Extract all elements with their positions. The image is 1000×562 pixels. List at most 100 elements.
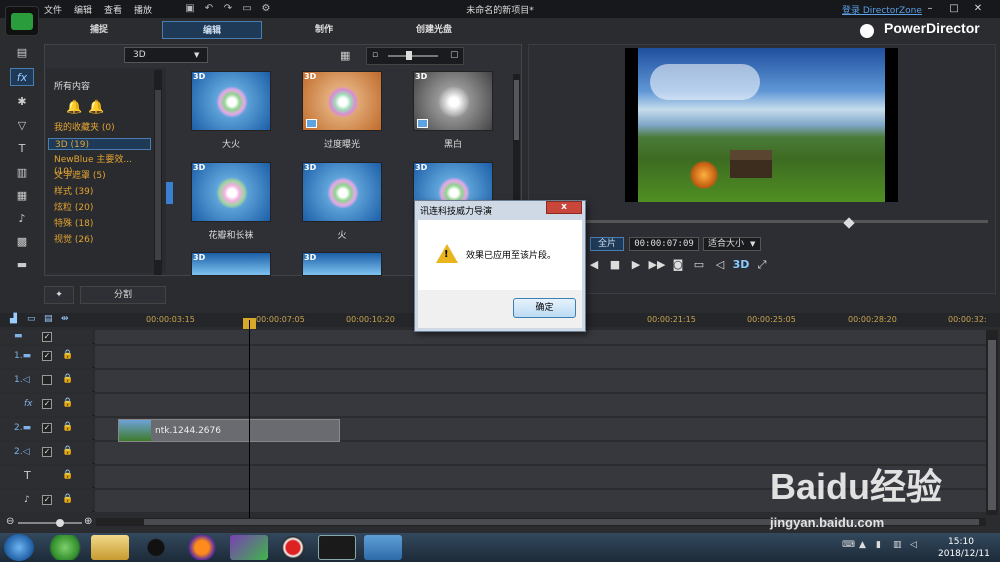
tab-capture[interactable]: 捕捉 — [49, 21, 149, 39]
track-manager-icon[interactable]: ▤ — [44, 314, 61, 324]
library-scroll-thumb[interactable] — [514, 80, 519, 140]
media-room-icon[interactable]: ▤ — [10, 44, 34, 62]
track-toggle-checkbox[interactable]: ✓ — [42, 332, 52, 342]
media-app-icon[interactable] — [230, 535, 268, 560]
category-style[interactable]: 样式 (39) — [48, 186, 152, 198]
timeline-clip[interactable] — [118, 419, 340, 442]
storyboard-icon[interactable]: ▟ — [10, 314, 27, 324]
remove-tag-icon[interactable]: 🔔 — [88, 100, 104, 115]
effect-thumb[interactable]: 3D — [191, 252, 271, 276]
fit-timeline-icon[interactable]: ⇹ — [61, 314, 78, 324]
title-room-icon[interactable]: T — [10, 140, 34, 158]
dialog-close-button[interactable]: x — [546, 201, 582, 214]
collapse-panel-tab[interactable] — [166, 182, 173, 204]
snapshot-camera-icon[interactable]: ◙ — [668, 258, 688, 272]
record-icon[interactable] — [274, 535, 312, 560]
category-particles[interactable]: 炫粒 (20) — [48, 202, 152, 214]
timecode-display[interactable]: 00:00:07:09 — [629, 237, 699, 251]
effect-thumb-fire[interactable]: 3D — [302, 162, 382, 222]
timeline-zoom-handle[interactable] — [56, 519, 64, 527]
timeline-vertical-scroll-thumb[interactable] — [988, 340, 996, 510]
maximize-icon[interactable]: □ — [942, 3, 966, 14]
zoom-in-icon[interactable]: ⊕ — [84, 516, 92, 527]
category-3d[interactable]: 3D (19) — [48, 138, 151, 150]
lock-icon[interactable]: 🔒 — [62, 422, 73, 432]
split-button[interactable]: 分割 — [80, 286, 166, 304]
grid-view-icon[interactable]: ▦ — [340, 49, 350, 62]
lock-icon[interactable]: 🔒 — [62, 494, 73, 504]
browser-360-icon[interactable] — [46, 535, 84, 560]
subtitle-room-icon[interactable]: ▬ — [10, 256, 34, 274]
next-frame-icon[interactable]: ▶▶ — [647, 258, 667, 272]
fx-room-icon[interactable]: fx — [10, 68, 34, 86]
zoom-out-icon[interactable]: ⊖ — [6, 516, 14, 527]
effect-thumb-petals-stockings[interactable]: 3D — [191, 162, 271, 222]
category-favorites[interactable]: 我的收藏夹 (0) — [48, 122, 152, 134]
effect-thumb-black-white[interactable]: 3D — [413, 71, 493, 131]
category-scroll-thumb[interactable] — [155, 90, 161, 260]
login-link[interactable]: 登录 DirectorZone — [842, 3, 922, 16]
track-toggle-checkbox[interactable]: ✓ — [42, 351, 52, 361]
tray-arrow-icon[interactable]: ▲ — [859, 540, 876, 550]
track-toggle-checkbox[interactable] — [42, 375, 52, 385]
category-text-mask[interactable]: 文字遮罩 (5) — [48, 170, 152, 182]
lock-icon[interactable]: 🔒 — [62, 446, 73, 456]
volume-icon[interactable]: ◁ — [710, 258, 730, 272]
external-display-icon[interactable]: ▭ — [689, 258, 709, 272]
lock-icon[interactable]: 🔒 — [62, 398, 73, 408]
category-newblue[interactable]: NewBlue 主要效... (10) — [48, 154, 152, 177]
ok-button[interactable]: 确定 — [513, 298, 576, 318]
start-button-icon[interactable] — [4, 534, 34, 561]
close-icon[interactable]: ✕ — [966, 3, 990, 14]
keyboard-icon[interactable]: ⌨ — [842, 540, 859, 550]
tab-edit[interactable]: 编辑 — [162, 21, 262, 39]
preview-seekbar[interactable] — [536, 220, 988, 223]
play-icon[interactable]: ▶ — [626, 258, 646, 272]
clock-date[interactable]: 2018/12/11 — [938, 549, 990, 559]
voiceover-mic-icon[interactable]: ♪ — [10, 210, 34, 228]
category-visual[interactable]: 视觉 (26) — [48, 234, 152, 246]
file-explorer-icon[interactable] — [91, 535, 129, 560]
category-special[interactable]: 特殊 (18) — [48, 218, 152, 230]
effect-thumb-overexposure[interactable]: 3D — [302, 71, 382, 131]
particle-room-icon[interactable]: ▽ — [10, 117, 34, 135]
powerdirector-taskbar-icon[interactable] — [318, 535, 356, 560]
prev-frame-icon[interactable]: ◀ — [584, 258, 604, 272]
large-thumb-icon[interactable]: ▢ — [450, 50, 459, 60]
track-toggle-checkbox[interactable]: ✓ — [42, 399, 52, 409]
audio-mix-room-icon[interactable]: ▦ — [10, 187, 34, 205]
pip-room-icon[interactable]: ✱ — [10, 93, 34, 111]
timeline-zoom-track[interactable] — [18, 522, 82, 524]
thumbnail-size-track[interactable] — [388, 55, 438, 57]
qq-icon[interactable] — [137, 535, 175, 560]
small-thumb-icon[interactable]: ▫ — [372, 50, 378, 60]
effect-thumb[interactable]: 3D — [302, 252, 382, 276]
track-row: ▬ ✓ — [0, 330, 986, 344]
tab-create-disc[interactable]: 创建光盘 — [384, 21, 484, 39]
clock-time[interactable]: 15:10 — [948, 537, 974, 547]
thumbnail-size-handle[interactable] — [406, 51, 412, 60]
chapter-room-icon[interactable]: ▩ — [10, 233, 34, 251]
3d-mode-button[interactable]: 3D — [731, 258, 751, 272]
effect-thumb-big-fire[interactable]: 3D — [191, 71, 271, 131]
minimize-icon[interactable]: – — [918, 3, 942, 14]
transition-room-icon[interactable]: ▥ — [10, 164, 34, 182]
firefox-icon[interactable] — [183, 535, 221, 560]
track-toggle-checkbox[interactable]: ✓ — [42, 447, 52, 457]
network-icon[interactable]: ▥ — [893, 540, 910, 550]
usb-icon[interactable]: ▮ — [876, 540, 893, 550]
lock-icon[interactable]: 🔒 — [62, 374, 73, 384]
image-viewer-icon[interactable] — [364, 535, 402, 560]
add-tag-icon[interactable]: 🔔 — [66, 100, 82, 115]
stop-icon[interactable]: ■ — [605, 258, 625, 272]
volume-tray-icon[interactable]: ◁ — [910, 540, 927, 550]
undock-icon[interactable]: ⤢ — [752, 258, 772, 272]
track-toggle-checkbox[interactable]: ✓ — [42, 495, 52, 505]
magic-fx-button[interactable]: ✦ — [44, 286, 74, 304]
track-view-icon[interactable]: ▭ — [27, 314, 44, 324]
track-toggle-checkbox[interactable]: ✓ — [42, 423, 52, 433]
lock-icon[interactable]: 🔒 — [62, 470, 73, 480]
playback-mode-button[interactable]: 全片 — [590, 237, 624, 251]
tab-produce[interactable]: 制作 — [274, 21, 374, 39]
lock-icon[interactable]: 🔒 — [62, 350, 73, 360]
